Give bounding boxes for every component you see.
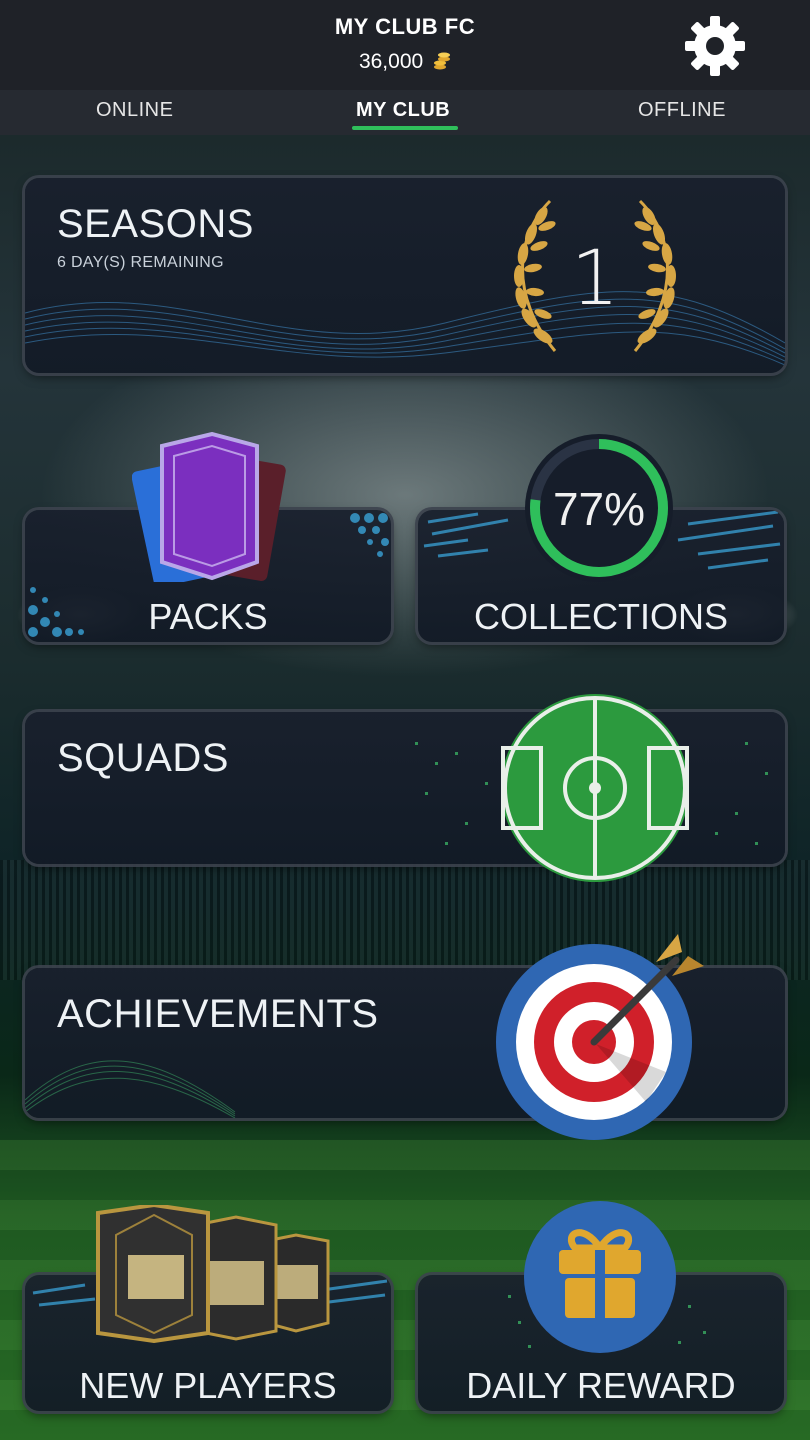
top-bar: MY CLUB FC 36,000 [0,0,810,90]
football-pitch-icon [501,694,689,882]
daily-reward-label: DAILY REWARD [466,1365,736,1406]
seasons-title: SEASONS [57,202,254,246]
green-wave-decoration [25,1060,236,1118]
tab-my-club[interactable]: MY CLUB [356,99,450,122]
active-tab-indicator [352,126,458,130]
collections-label: COLLECTIONS [473,596,729,637]
coin-stack-icon [434,52,451,70]
seasons-remaining: 6 DAY(S) REMAINING [57,254,224,271]
seasons-card[interactable]: SEASONS 6 DAY(S) REMAINING 1 [25,178,785,373]
gift-icon [524,1201,676,1353]
tab-bar: ONLINE MY CLUB OFFLINE [0,90,810,135]
gear-icon[interactable] [684,15,746,77]
target-dart-icon [496,934,704,1140]
tab-offline[interactable]: OFFLINE [638,99,726,122]
tab-online[interactable]: ONLINE [96,99,173,122]
laurel-right-icon [633,199,676,352]
collection-progress-ring: 77% [523,432,675,584]
coin-amount: 36,000 [358,50,424,73]
collection-progress-text: 77% [552,483,646,535]
squads-title: SQUADS [57,736,229,780]
season-level: 1 [570,233,620,322]
player-cards-icon [96,1205,330,1343]
achievements-title: ACHIEVEMENTS [57,992,379,1036]
packs-label: PACKS [148,596,268,637]
card-pack-icon [132,432,286,582]
new-players-label: NEW PLAYERS [79,1365,337,1406]
